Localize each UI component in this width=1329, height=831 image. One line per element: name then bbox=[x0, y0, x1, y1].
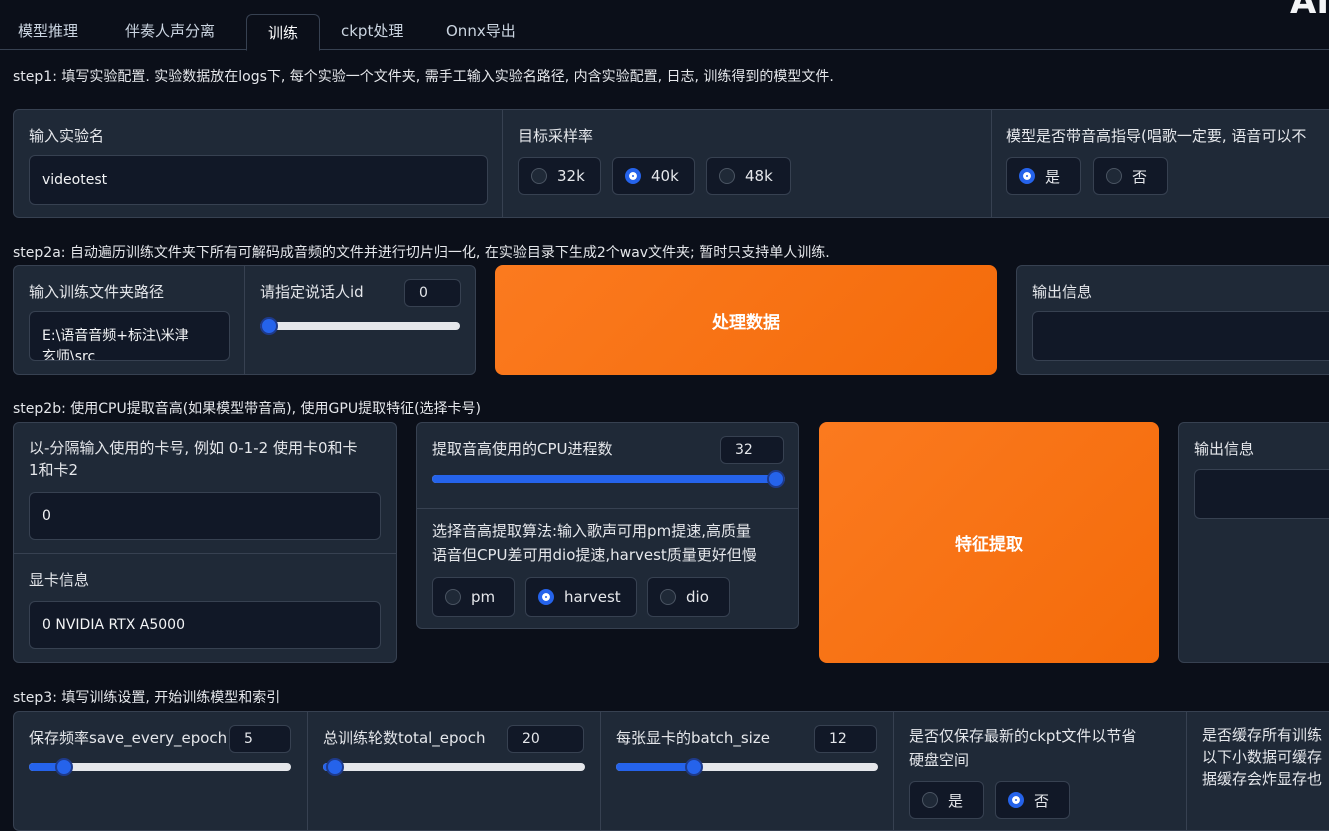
radio-unchecked-icon bbox=[719, 168, 735, 184]
train-dir-value-line1: E:\语音音频+标注\米津 bbox=[42, 328, 189, 344]
batch-size-label: 每张显卡的batch_size bbox=[616, 729, 770, 747]
save-latest-option-yes[interactable]: 是 bbox=[909, 781, 984, 819]
pitch-algo-label: 选择音高提取算法:输入歌声可用pm提速,高质量 语音但CPU差可用dio提速,h… bbox=[432, 522, 757, 564]
radio-unchecked-icon bbox=[531, 168, 547, 184]
gpu-info-label: 显卡信息 bbox=[29, 571, 90, 589]
slider-handle[interactable] bbox=[767, 470, 785, 488]
total-epoch-slider[interactable] bbox=[323, 757, 585, 777]
pitch-guidance-option-yes[interactable]: 是 bbox=[1006, 157, 1081, 195]
tab-model-inference[interactable]: 模型推理 bbox=[18, 20, 78, 41]
radio-checked-icon bbox=[1008, 792, 1024, 808]
output-info-textbox[interactable] bbox=[1032, 311, 1329, 361]
gpu-info-textbox[interactable]: 0 NVIDIA RTX A5000 bbox=[29, 601, 381, 649]
save-epoch-number[interactable]: 5 bbox=[229, 725, 291, 753]
pitch-algo-option-harvest[interactable]: harvest bbox=[525, 577, 637, 617]
batch-size-number[interactable]: 12 bbox=[814, 725, 877, 753]
tab-vocal-separation[interactable]: 伴奏人声分离 bbox=[125, 20, 215, 41]
sample-rate-option-32k[interactable]: 32k bbox=[518, 157, 601, 195]
tab-ckpt[interactable]: ckpt处理 bbox=[341, 20, 403, 41]
extract-features-button[interactable]: 特征提取 bbox=[819, 422, 1159, 663]
gpu-ids-label: 以-分隔输入使用的卡号, 例如 0-1-2 使用卡0和卡 1和卡2 bbox=[29, 439, 358, 479]
cpu-count-label: 提取音高使用的CPU进程数 bbox=[432, 440, 613, 458]
sample-rate-option-40k[interactable]: 40k bbox=[612, 157, 695, 195]
total-epoch-label: 总训练轮数total_epoch bbox=[323, 729, 486, 747]
step2b-gpu-panel: 以-分隔输入使用的卡号, 例如 0-1-2 使用卡0和卡 1和卡2 0 显卡信息… bbox=[13, 422, 397, 663]
pitch-algo-option-pm[interactable]: pm bbox=[432, 577, 515, 617]
tab-train[interactable]: 训练 bbox=[246, 14, 320, 51]
pitch-guidance-option-no[interactable]: 否 bbox=[1093, 157, 1168, 195]
speaker-id-slider[interactable] bbox=[260, 316, 460, 336]
train-dir-label: 输入训练文件夹路径 bbox=[29, 283, 165, 301]
cpu-count-slider[interactable] bbox=[432, 469, 785, 489]
radio-checked-icon bbox=[1019, 168, 1035, 184]
experiment-name-input[interactable]: videotest bbox=[29, 155, 488, 205]
step2a-panel: 输入训练文件夹路径 E:\语音音频+标注\米津 玄师\src 请指定说话人id … bbox=[13, 265, 476, 375]
slider-handle[interactable] bbox=[55, 758, 73, 776]
sample-rate-label: 目标采样率 bbox=[518, 127, 594, 145]
experiment-name-label: 输入实验名 bbox=[29, 127, 105, 145]
save-latest-label: 是否仅保存最新的ckpt文件以节省 硬盘空间 bbox=[909, 727, 1137, 769]
process-data-button[interactable]: 处理数据 bbox=[495, 265, 997, 375]
gpu-ids-input[interactable]: 0 bbox=[29, 492, 381, 540]
step3-description: step3: 填写训练设置, 开始训练模型和索引 bbox=[13, 690, 281, 706]
radio-unchecked-icon bbox=[1106, 168, 1122, 184]
step2a-output-panel: 输出信息 bbox=[1016, 265, 1329, 375]
output-info-label: 输出信息 bbox=[1194, 440, 1255, 458]
save-epoch-label: 保存频率save_every_epoch bbox=[29, 729, 228, 747]
slider-handle[interactable] bbox=[685, 758, 703, 776]
step2a-description: step2a: 自动遍历训练文件夹下所有可解码成音频的文件并进行切片归一化, 在… bbox=[13, 245, 830, 261]
batch-size-slider[interactable] bbox=[616, 757, 878, 777]
app-brand: AI bbox=[1290, 0, 1329, 22]
step1-description: step1: 填写实验配置. 实验数据放在logs下, 每个实验一个文件夹, 需… bbox=[13, 69, 834, 85]
step2b-pitch-panel: 提取音高使用的CPU进程数 32 选择音高提取算法:输入歌声可用pm提速,高质量… bbox=[416, 422, 799, 629]
output-info-textbox[interactable] bbox=[1194, 469, 1329, 519]
pitch-algo-option-dio[interactable]: dio bbox=[647, 577, 730, 617]
step1-panel: 输入实验名 videotest 目标采样率 32k 40k 48k 模型是否带音… bbox=[13, 109, 1329, 218]
cache-data-label: 是否缓存所有训练 以下小数据可缓存 据缓存会炸显存也 bbox=[1202, 726, 1323, 788]
step2b-description: step2b: 使用CPU提取音高(如果模型带音高), 使用GPU提取特征(选择… bbox=[13, 401, 481, 417]
save-latest-option-no[interactable]: 否 bbox=[995, 781, 1070, 819]
slider-handle[interactable] bbox=[260, 317, 278, 335]
step3-panel: 保存频率save_every_epoch 5 总训练轮数total_epoch … bbox=[13, 711, 1329, 831]
radio-unchecked-icon bbox=[445, 589, 461, 605]
train-dir-value-line2: 玄师\src bbox=[42, 349, 96, 361]
sample-rate-option-48k[interactable]: 48k bbox=[706, 157, 791, 195]
radio-unchecked-icon bbox=[922, 792, 938, 808]
experiment-name-value: videotest bbox=[42, 172, 108, 188]
radio-unchecked-icon bbox=[660, 589, 676, 605]
pitch-guidance-label: 模型是否带音高指导(唱歌一定要, 语音可以不 bbox=[1006, 127, 1307, 145]
tab-bar: 模型推理 伴奏人声分离 训练 ckpt处理 Onnx导出 AI bbox=[0, 0, 1329, 51]
radio-checked-icon bbox=[625, 168, 641, 184]
tab-onnx-export[interactable]: Onnx导出 bbox=[446, 20, 516, 41]
total-epoch-number[interactable]: 20 bbox=[507, 725, 584, 753]
save-epoch-slider[interactable] bbox=[29, 757, 291, 777]
slider-handle[interactable] bbox=[326, 758, 344, 776]
train-dir-input[interactable]: E:\语音音频+标注\米津 玄师\src bbox=[29, 311, 230, 361]
output-info-label: 输出信息 bbox=[1032, 283, 1093, 301]
speaker-id-label: 请指定说话人id bbox=[260, 283, 364, 301]
speaker-id-number[interactable]: 0 bbox=[404, 279, 461, 307]
cpu-count-number[interactable]: 32 bbox=[720, 436, 784, 464]
radio-checked-icon bbox=[538, 589, 554, 605]
step2b-output-panel: 输出信息 bbox=[1178, 422, 1329, 663]
